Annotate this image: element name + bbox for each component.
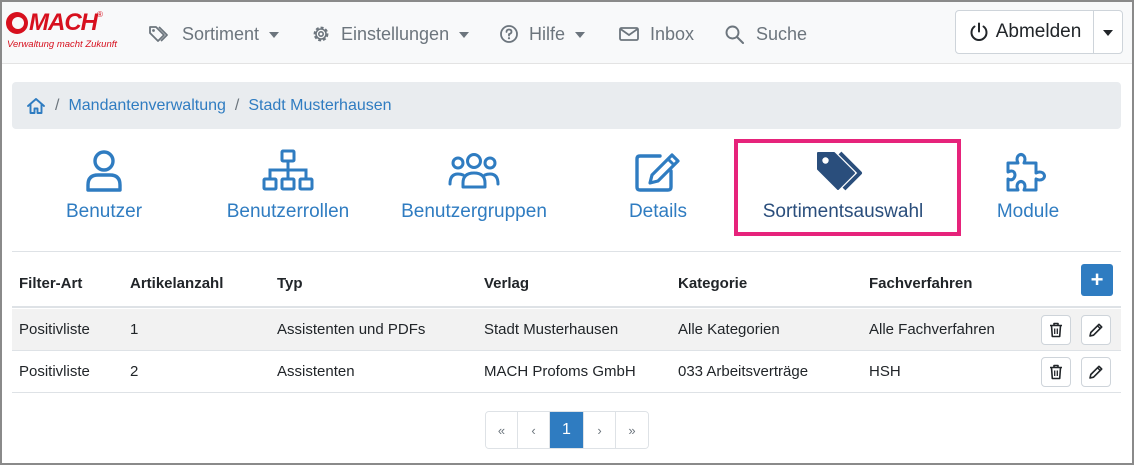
- top-navbar: MACH ® Verwaltung macht Zukunft Sortimen…: [2, 2, 1132, 64]
- table-row: Positivliste 1 Assistenten und PDFs Stad…: [12, 309, 1121, 351]
- cell-verlag: Stadt Musterhausen: [484, 321, 619, 338]
- tab-benutzer[interactable]: Benutzer: [52, 148, 156, 228]
- tab-label: Details: [628, 201, 688, 222]
- logout-label: Abmelden: [995, 21, 1082, 42]
- trash-icon: [1050, 322, 1062, 338]
- column-header-fachverfahren: Fachverfahren: [869, 275, 973, 292]
- logout-button[interactable]: Abmelden: [956, 11, 1094, 53]
- nav-hilfe[interactable]: Hilfe: [499, 20, 586, 48]
- pagination-first[interactable]: «: [486, 412, 518, 448]
- tab-label: Benutzer: [65, 201, 143, 222]
- cell-fachverfahren: HSH: [869, 363, 901, 380]
- chevron-down-icon: [459, 32, 470, 38]
- logo-registered: ®: [97, 9, 103, 19]
- cell-typ: Assistenten: [277, 363, 355, 380]
- tab-label: Benutzergruppen: [401, 201, 547, 222]
- tab-label: Benutzerrollen: [226, 201, 350, 222]
- cell-kategorie: Alle Kategorien: [678, 321, 780, 338]
- user-icon: [84, 148, 124, 194]
- add-filter-button[interactable]: +: [1081, 264, 1113, 296]
- logout-button-group: Abmelden: [955, 10, 1123, 54]
- cell-filter-art: Positivliste: [19, 363, 90, 380]
- tab-benutzerrollen[interactable]: Benutzerrollen: [220, 148, 356, 228]
- edit-button[interactable]: [1081, 315, 1111, 345]
- chevron-down-icon: [1103, 30, 1113, 36]
- envelope-icon: [619, 27, 639, 41]
- nav-label: Inbox: [650, 23, 695, 44]
- nav-inbox[interactable]: Inbox: [618, 20, 694, 48]
- logo-wordmark: MACH ®: [6, 9, 103, 36]
- gear-icon: [313, 26, 329, 42]
- cell-artikelanzahl: 2: [130, 363, 139, 380]
- logo-tagline: Verwaltung macht Zukunft: [7, 39, 118, 50]
- brand-logo[interactable]: MACH ® Verwaltung macht Zukunft: [6, 9, 118, 54]
- nav-label: Suche: [756, 23, 808, 44]
- nav-label: Einstellungen: [341, 23, 450, 44]
- breadcrumb-separator: /: [234, 96, 240, 114]
- pagination: « ‹ 1 › »: [485, 411, 649, 449]
- search-icon: [725, 25, 744, 44]
- power-icon: [970, 22, 988, 41]
- cell-kategorie: 033 Arbeitsverträge: [678, 363, 809, 380]
- tab-divider: [12, 251, 1121, 252]
- breadcrumb-separator: /: [55, 96, 60, 114]
- breadcrumb-home[interactable]: [26, 97, 46, 115]
- trash-icon: [1050, 364, 1062, 380]
- cell-filter-art: Positivliste: [19, 321, 90, 338]
- pagination-page-current[interactable]: 1: [550, 412, 584, 448]
- sitemap-icon: [262, 148, 314, 194]
- cell-artikelanzahl: 1: [130, 321, 139, 338]
- edit-icon: [634, 148, 682, 194]
- column-header-typ: Typ: [277, 275, 303, 292]
- puzzle-icon: [1004, 148, 1052, 194]
- table-header-row: Filter-Art Artikelanzahl Typ Verlag Kate…: [12, 262, 1121, 308]
- pencil-icon: [1089, 365, 1103, 379]
- delete-button[interactable]: [1041, 357, 1071, 387]
- pencil-icon: [1089, 323, 1103, 337]
- pagination-prev[interactable]: ‹: [518, 412, 550, 448]
- logo-mark-icon: [6, 12, 28, 34]
- nav-label: Sortiment: [182, 23, 260, 44]
- chevron-down-icon: [269, 32, 280, 38]
- logo-text: MACH: [29, 9, 98, 36]
- cell-verlag: MACH Profoms GmbH: [484, 363, 636, 380]
- chevron-down-icon: [575, 32, 586, 38]
- breadcrumb: / Mandantenverwaltung / Stadt Musterhaus…: [12, 82, 1121, 129]
- highlight-box: [734, 139, 961, 236]
- pagination-last[interactable]: »: [616, 412, 648, 448]
- table-row: Positivliste 2 Assistenten MACH Profoms …: [12, 351, 1121, 393]
- cell-fachverfahren: Alle Fachverfahren: [869, 321, 995, 338]
- column-header-filter-art: Filter-Art: [19, 275, 83, 292]
- edit-button[interactable]: [1081, 357, 1111, 387]
- tab-module[interactable]: Module: [990, 148, 1066, 228]
- column-header-artikelanzahl: Artikelanzahl: [130, 275, 224, 292]
- breadcrumb-mandantenverwaltung[interactable]: Mandantenverwaltung: [68, 97, 225, 115]
- breadcrumb-stadt-musterhausen[interactable]: Stadt Musterhausen: [248, 97, 391, 115]
- tab-benutzergruppen[interactable]: Benutzergruppen: [393, 148, 555, 228]
- cell-typ: Assistenten und PDFs: [277, 321, 426, 338]
- logout-dropdown-toggle[interactable]: [1094, 11, 1122, 53]
- users-icon: [448, 148, 500, 194]
- column-header-verlag: Verlag: [484, 275, 530, 292]
- tab-details[interactable]: Details: [620, 148, 696, 228]
- nav-sortiment[interactable]: Sortiment: [148, 20, 280, 48]
- question-circle-icon: [500, 25, 518, 43]
- nav-einstellungen[interactable]: Einstellungen: [311, 20, 470, 48]
- home-icon: [27, 97, 45, 114]
- column-header-kategorie: Kategorie: [678, 275, 748, 292]
- nav-suche[interactable]: Suche: [724, 20, 807, 48]
- tags-icon: [149, 26, 168, 42]
- delete-button[interactable]: [1041, 315, 1071, 345]
- pagination-next[interactable]: ›: [584, 412, 616, 448]
- nav-label: Hilfe: [529, 23, 566, 44]
- window-frame: [0, 0, 1134, 465]
- tab-label: Module: [996, 201, 1060, 222]
